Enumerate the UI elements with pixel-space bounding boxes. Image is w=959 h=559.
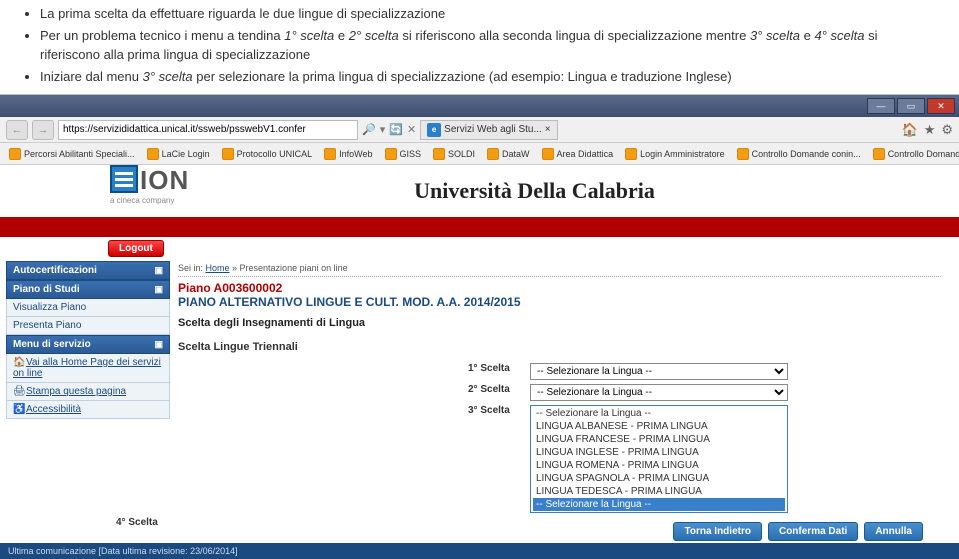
address-bar[interactable] bbox=[58, 120, 358, 140]
logo: ION a cineca company bbox=[110, 165, 189, 205]
refresh-icon[interactable]: 🔄 bbox=[389, 123, 403, 136]
fav-5[interactable]: SOLDI bbox=[428, 148, 480, 160]
sidebar-item-accessibility[interactable]: ♿Accessibilità bbox=[6, 401, 170, 419]
instruction-2: Per un problema tecnico i menu a tendina… bbox=[40, 26, 941, 65]
option[interactable]: -- Selezionare la Lingua -- bbox=[533, 407, 785, 420]
fav-icon bbox=[385, 148, 397, 160]
fav-6[interactable]: DataW bbox=[482, 148, 535, 160]
main-content: Sei in: Home » Presentazione piani on li… bbox=[178, 261, 959, 541]
option[interactable]: LINGUA SPAGNOLA - PRIMA LINGUA bbox=[533, 472, 785, 485]
chevron-icon: ▣ bbox=[154, 284, 163, 295]
label-scelta-3: 3° Scelta bbox=[468, 405, 530, 416]
select-scelta-2[interactable]: -- Selezionare la Lingua -- bbox=[530, 384, 788, 401]
plan-code: Piano A003600002 bbox=[178, 281, 941, 295]
select-scelta-3[interactable]: -- Selezionare la Lingua -- LINGUA ALBAN… bbox=[530, 405, 788, 513]
sidebar-sec-piano[interactable]: Piano di Studi▣ bbox=[6, 280, 170, 299]
fav-icon bbox=[542, 148, 554, 160]
lock-icon: ▾ bbox=[380, 123, 386, 136]
subsection-title: Scelta Lingue Triennali bbox=[178, 341, 941, 353]
ie-icon: e bbox=[427, 123, 441, 137]
chevron-icon: ▣ bbox=[154, 265, 163, 276]
sidebar-item-print[interactable]: 🖨Stampa questa pagina bbox=[6, 383, 170, 401]
search-icon[interactable]: 🔎 bbox=[362, 123, 376, 136]
fav-icon bbox=[9, 148, 21, 160]
option-selected[interactable]: -- Selezionare la Lingua -- bbox=[533, 498, 785, 511]
sidebar: Autocertificazioni▣ Piano di Studi▣ Visu… bbox=[6, 261, 170, 541]
sidebar-item-home[interactable]: 🏠Vai alla Home Page dei servizi on line bbox=[6, 354, 170, 383]
browser-tab[interactable]: e Servizi Web agli Stu... × bbox=[420, 120, 557, 140]
sidebar-item-visualizza[interactable]: Visualizza Piano bbox=[6, 299, 170, 317]
cancel-button[interactable]: Annulla bbox=[864, 522, 923, 541]
logout-button[interactable]: Logout bbox=[108, 240, 164, 257]
breadcrumb-home[interactable]: Home bbox=[206, 263, 230, 273]
instruction-1: La prima scelta da effettuare riguarda l… bbox=[40, 4, 941, 24]
label-scelta-4: 4° Scelta bbox=[116, 517, 178, 528]
option[interactable]: LINGUA FRANCESE - PRIMA LINGUA bbox=[533, 433, 785, 446]
sidebar-item-presenta[interactable]: Presenta Piano bbox=[6, 317, 170, 335]
logo-subtitle: a cineca company bbox=[110, 196, 189, 205]
tab-label: Servizi Web agli Stu... bbox=[444, 124, 542, 135]
fav-icon bbox=[222, 148, 234, 160]
fav-10[interactable]: Controllo Domande online bbox=[868, 148, 959, 160]
accessibility-icon: ♿ bbox=[13, 404, 23, 414]
fav-icon bbox=[487, 148, 499, 160]
chevron-icon: ▣ bbox=[154, 339, 163, 350]
fav-icon bbox=[433, 148, 445, 160]
favorites-bar: Percorsi Abilitanti Speciali... LaCie Lo… bbox=[0, 143, 959, 165]
back-button[interactable]: Torna Indietro bbox=[673, 522, 761, 541]
label-scelta-1: 1° Scelta bbox=[468, 363, 530, 374]
fav-3[interactable]: InfoWeb bbox=[319, 148, 377, 160]
nav-back-icon[interactable]: ← bbox=[6, 120, 28, 140]
fav-icon bbox=[873, 148, 885, 160]
stop-icon[interactable]: ✕ bbox=[407, 123, 416, 136]
minimize-button[interactable]: — bbox=[867, 98, 895, 114]
logo-text: ION bbox=[138, 165, 189, 196]
nav-forward-icon[interactable]: → bbox=[32, 120, 54, 140]
fav-7[interactable]: Area Didattica bbox=[537, 148, 619, 160]
url-actions: 🔎 ▾ 🔄 ✕ bbox=[362, 123, 416, 136]
fav-icon bbox=[147, 148, 159, 160]
fav-1[interactable]: LaCie Login bbox=[142, 148, 215, 160]
page-title: Università Della Calabria bbox=[110, 178, 959, 204]
label-scelta-2: 2° Scelta bbox=[468, 384, 530, 395]
fav-icon bbox=[324, 148, 336, 160]
logo-icon bbox=[110, 165, 138, 193]
sidebar-sec-autocert[interactable]: Autocertificazioni▣ bbox=[6, 261, 170, 280]
site-header: ION a cineca company Università Della Ca… bbox=[0, 165, 959, 219]
option[interactable]: LINGUA TEDESCA - PRIMA LINGUA bbox=[533, 485, 785, 498]
section-title: Scelta degli Insegnamenti di Lingua bbox=[178, 317, 941, 329]
favorites-icon[interactable]: ★ bbox=[924, 122, 936, 138]
fav-2[interactable]: Protocollo UNICAL bbox=[217, 148, 318, 160]
sidebar-sec-servizio[interactable]: Menu di servizio▣ bbox=[6, 335, 170, 354]
fav-icon bbox=[625, 148, 637, 160]
red-bar bbox=[0, 219, 959, 237]
option[interactable]: LINGUA ALBANESE - PRIMA LINGUA bbox=[533, 420, 785, 433]
print-icon: 🖨 bbox=[13, 386, 23, 396]
footer: Ultima comunicazione [Data ultima revisi… bbox=[0, 543, 959, 559]
option[interactable]: LINGUA ROMENA - PRIMA LINGUA bbox=[533, 459, 785, 472]
breadcrumb: Sei in: Home » Presentazione piani on li… bbox=[178, 261, 941, 277]
fav-4[interactable]: GISS bbox=[380, 148, 427, 160]
maximize-button[interactable]: ▭ bbox=[897, 98, 925, 114]
gear-icon[interactable]: ⚙ bbox=[941, 122, 953, 138]
fav-9[interactable]: Controllo Domande conin... bbox=[732, 148, 866, 160]
plan-name: PIANO ALTERNATIVO LINGUE E CULT. MOD. A.… bbox=[178, 295, 941, 309]
instruction-3: Iniziare dal menu 3° scelta per selezion… bbox=[40, 67, 941, 87]
home-small-icon: 🏠 bbox=[13, 357, 23, 367]
instruction-block: La prima scelta da effettuare riguarda l… bbox=[0, 0, 959, 94]
fav-0[interactable]: Percorsi Abilitanti Speciali... bbox=[4, 148, 140, 160]
tab-close-icon[interactable]: × bbox=[545, 124, 551, 135]
select-scelta-1[interactable]: -- Selezionare la Lingua -- bbox=[530, 363, 788, 380]
close-button[interactable]: ✕ bbox=[927, 98, 955, 114]
option[interactable]: LINGUA INGLESE - PRIMA LINGUA bbox=[533, 446, 785, 459]
window-titlebar: — ▭ ✕ bbox=[0, 95, 959, 117]
confirm-button[interactable]: Conferma Dati bbox=[768, 522, 858, 541]
fav-8[interactable]: Login Amministratore bbox=[620, 148, 730, 160]
home-icon[interactable]: 🏠 bbox=[902, 122, 918, 138]
fav-icon bbox=[737, 148, 749, 160]
